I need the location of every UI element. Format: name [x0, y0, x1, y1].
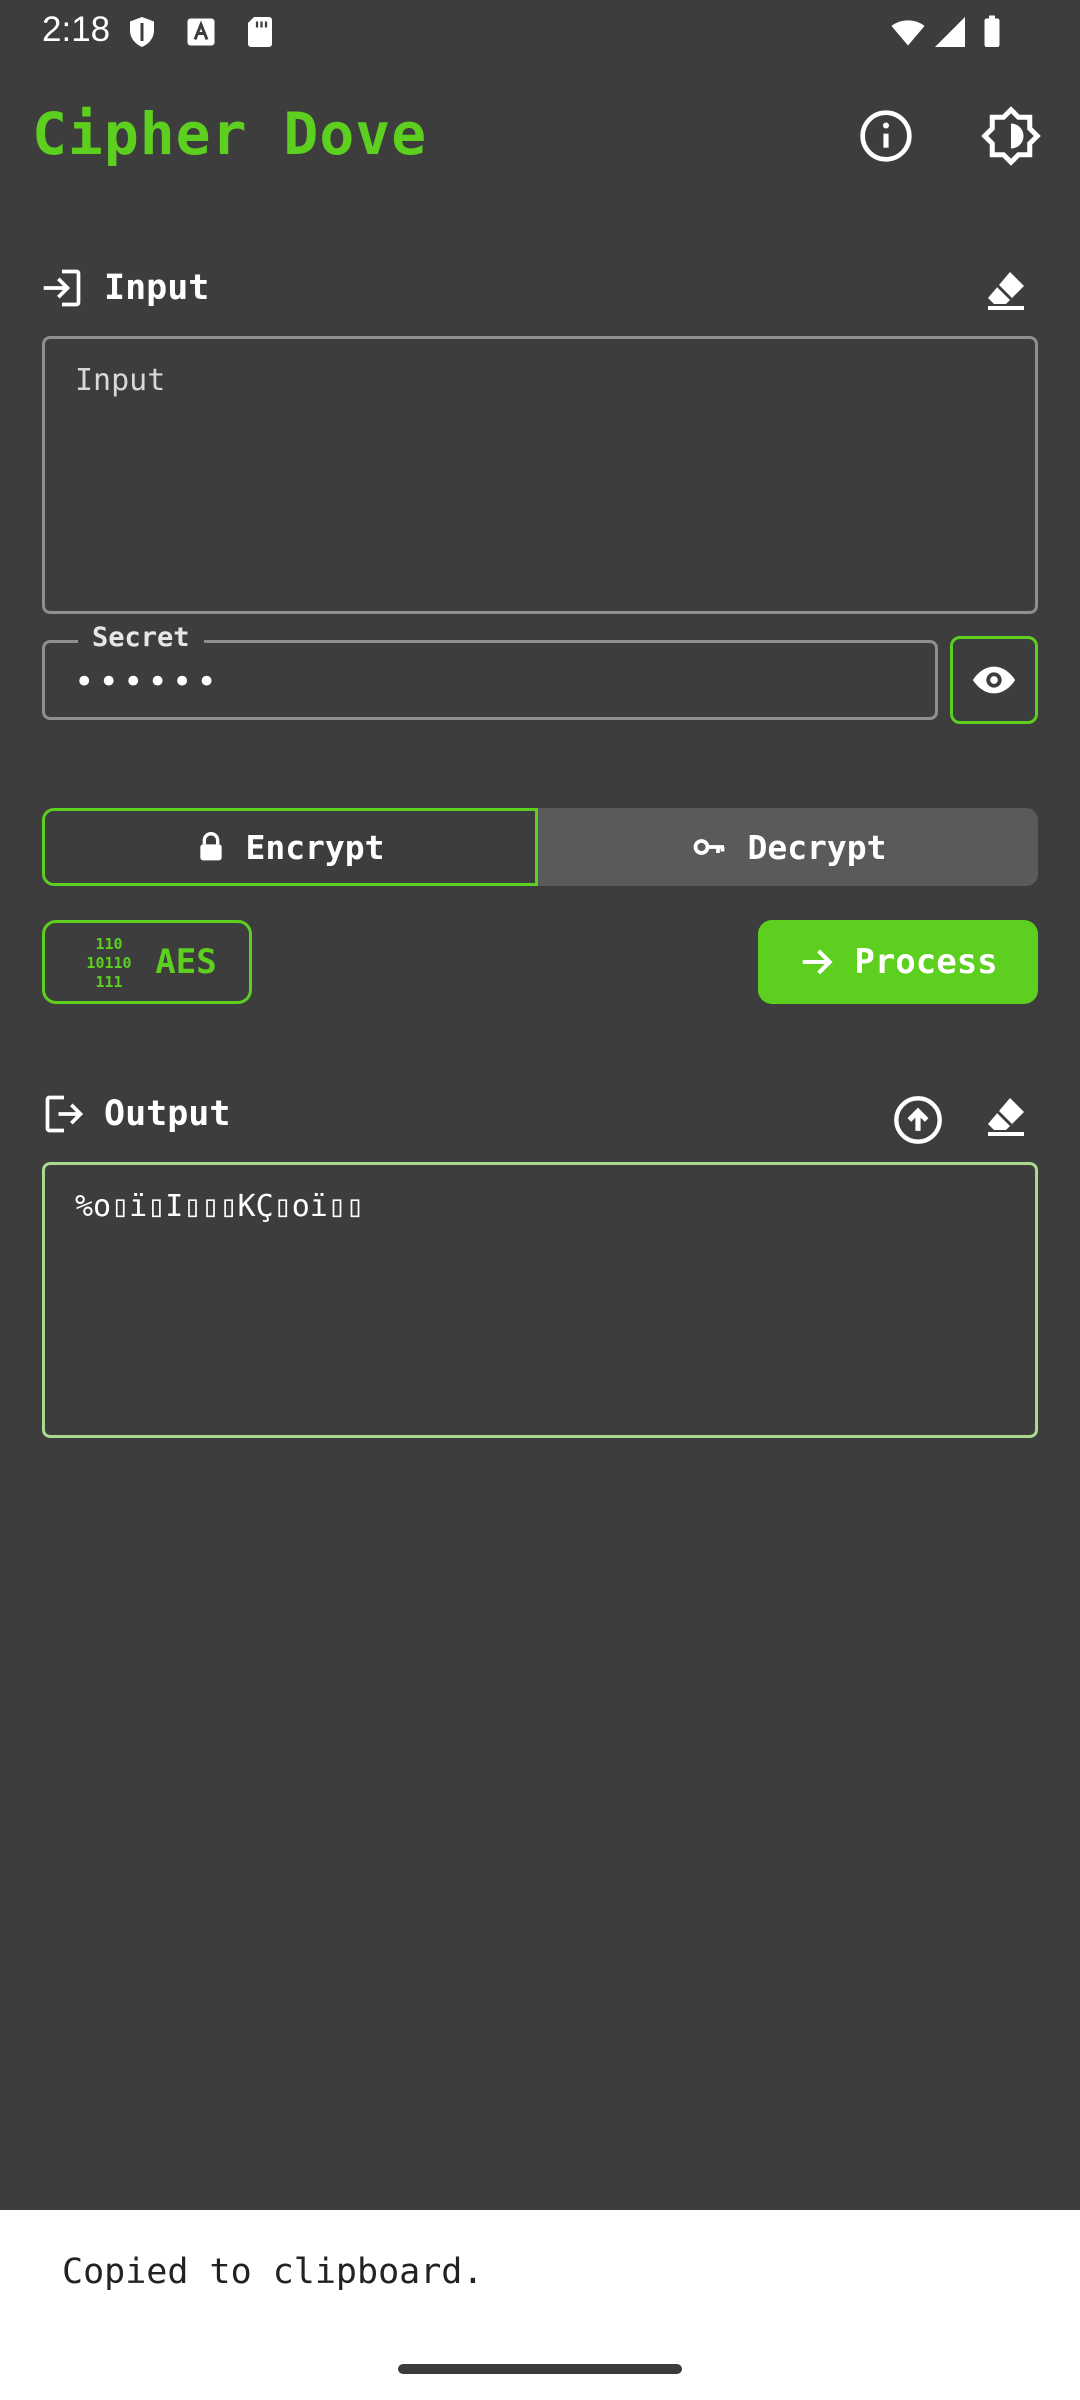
- input-section-label: Input: [104, 268, 210, 308]
- theme-button[interactable]: [975, 100, 1047, 172]
- lock-icon: [200, 832, 223, 861]
- encrypt-label: Encrypt: [245, 827, 385, 867]
- key-icon: [694, 839, 725, 855]
- arrow-right-icon: [803, 949, 833, 975]
- svg-text:10110: 10110: [87, 954, 132, 972]
- clear-output-button[interactable]: [974, 1084, 1038, 1148]
- algorithm-label: AES: [155, 942, 217, 982]
- toggle-visibility-button[interactable]: [950, 636, 1038, 724]
- decrypt-tab[interactable]: Decrypt: [538, 808, 1038, 886]
- logout-icon: [45, 1095, 84, 1133]
- battery-icon: [984, 15, 1000, 47]
- snackbar-message: Copied to clipboard.: [62, 2252, 484, 2292]
- app-title: Cipher Dove: [32, 100, 428, 168]
- sd-card-icon: [248, 17, 272, 47]
- output-field[interactable]: %o▯ï▯I▯▯▯KÇ▯oï▯▯: [42, 1162, 1038, 1438]
- shield-icon: [130, 17, 154, 47]
- secret-value: ••••••: [74, 662, 221, 702]
- clear-input-button[interactable]: [974, 258, 1038, 322]
- status-time: 2:18: [42, 10, 111, 49]
- output-text: %o▯ï▯I▯▯▯KÇ▯oï▯▯: [75, 1189, 364, 1224]
- info-icon: [860, 110, 912, 162]
- brightness-icon: [981, 106, 1041, 166]
- secret-label: Secret: [78, 622, 204, 653]
- signal-icon: [935, 17, 965, 47]
- svg-text:111: 111: [96, 973, 123, 991]
- arrow-up-circle-icon: [894, 1096, 942, 1144]
- input-placeholder: Input: [75, 363, 166, 398]
- process-button[interactable]: Process: [758, 920, 1038, 1004]
- svg-text:110: 110: [96, 935, 123, 953]
- algorithm-chip[interactable]: 110 10110 111 AES: [42, 920, 252, 1004]
- encrypt-tab[interactable]: Encrypt: [42, 808, 538, 886]
- login-icon: [43, 269, 81, 307]
- input-field[interactable]: Input: [42, 336, 1038, 614]
- eraser-icon: [988, 1098, 1024, 1136]
- binary-icon: 110 10110 111: [87, 935, 132, 991]
- font-download-icon: [187, 18, 215, 46]
- eye-icon: [972, 666, 1016, 694]
- wifi-icon: [891, 20, 925, 46]
- decrypt-label: Decrypt: [747, 827, 887, 867]
- status-bar: 2:18: [0, 0, 1080, 64]
- navigation-handle[interactable]: [398, 2364, 682, 2374]
- process-label: Process: [854, 942, 998, 982]
- output-section-label: Output: [104, 1094, 231, 1134]
- eraser-icon: [988, 272, 1024, 310]
- upload-output-button[interactable]: [886, 1088, 950, 1152]
- info-button[interactable]: [850, 100, 922, 172]
